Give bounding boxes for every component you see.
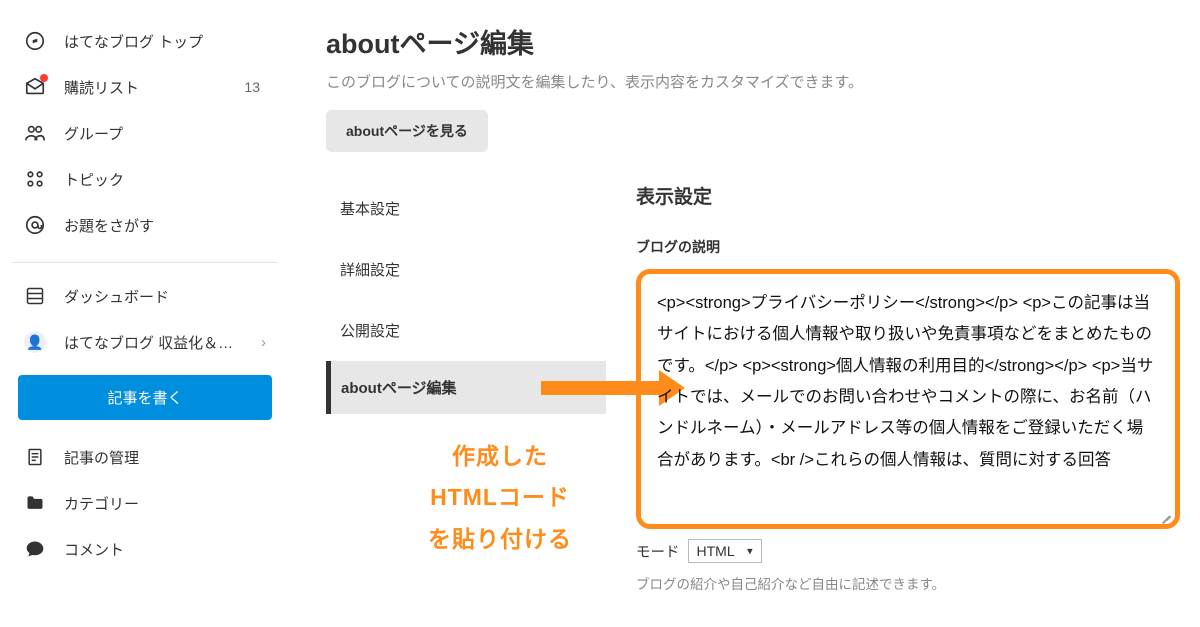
sidebar-item-monetize[interactable]: 👤 はてなブログ 収益化＆… › [0,319,290,365]
sidebar-item-theme[interactable]: お題をさがす [0,202,290,248]
unread-dot-icon [40,74,48,82]
field-label-blog-desc: ブログの説明 [636,237,1180,257]
annotation-text: 作成した HTMLコード を貼り付ける [326,436,606,560]
display-settings-panel: 表示設定 ブログの説明 <p><strong>プライバシーポリシー</stron… [636,178,1180,593]
sidebar-label: グループ [64,123,123,144]
sidebar-label: カテゴリー [64,493,139,514]
sidebar-label: 購読リスト [64,77,139,98]
field-hint: ブログの紹介や自己紹介など自由に記述できます。 [636,573,1180,593]
unread-count: 13 [244,79,266,95]
annotation-line: HTMLコード [394,477,606,518]
subnav-label: 詳細設定 [340,262,400,279]
subnav-label: 公開設定 [340,323,400,340]
sidebar-item-topic[interactable]: トピック [0,156,290,202]
sidebar-item-comment[interactable]: コメント [0,526,290,572]
document-icon [24,446,46,468]
dashboard-icon [24,285,46,307]
subnav-detail[interactable]: 詳細設定 [326,239,606,300]
subnav-publish[interactable]: 公開設定 [326,300,606,361]
sidebar-label: ダッシュボード [64,286,169,307]
avatar-icon: 👤 [24,331,46,353]
comment-icon [24,538,46,560]
write-post-button[interactable]: 記事を書く [18,375,272,420]
compass-icon [24,30,46,52]
sidebar-label: トピック [64,169,124,190]
sidebar-item-dashboard[interactable]: ダッシュボード [0,273,290,319]
blog-description-value: <p><strong>プライバシーポリシー</strong></p> <p>この… [657,294,1153,469]
sidebar-label: 記事の管理 [64,447,139,468]
sidebar-label: お題をさがす [64,215,154,236]
subnav-about[interactable]: aboutページ編集 [326,361,606,414]
sidebar-label: はてなブログ トップ [64,31,203,52]
at-icon [24,214,46,236]
subnav-label: 基本設定 [340,201,400,218]
view-about-button[interactable]: aboutページを見る [326,110,488,152]
sidebar-item-manage[interactable]: 記事の管理 [0,434,290,480]
subnav-label: aboutページ編集 [341,380,457,397]
mode-value: HTML [697,543,735,559]
sidebar: はてなブログ トップ 購読リスト 13 グループ トピック お題をさがす ダッシ… [0,0,290,627]
sidebar-item-read[interactable]: 購読リスト 13 [0,64,290,110]
mode-select[interactable]: HTML ▾ [688,539,762,563]
view-about-label: aboutページを見る [346,123,468,139]
group-icon [24,122,46,144]
settings-subnav: 基本設定 詳細設定 公開設定 aboutページ編集 作成した HTMLコード を… [326,178,606,560]
subnav-basic[interactable]: 基本設定 [326,178,606,239]
main-content: aboutページ編集 このブログについての説明文を編集したり、表示内容をカスタマ… [290,0,1200,627]
chevron-down-icon: ▾ [747,545,753,558]
mode-row: モード HTML ▾ [636,539,1180,563]
topic-icon [24,168,46,190]
blog-description-textarea[interactable]: <p><strong>プライバシーポリシー</strong></p> <p>この… [636,269,1180,529]
chevron-right-icon: › [261,334,266,351]
page-title: aboutページ編集 [326,22,1180,61]
sidebar-item-top[interactable]: はてなブログ トップ [0,18,290,64]
panel-title: 表示設定 [636,182,1180,209]
mode-label: モード [636,541,680,562]
sidebar-item-group[interactable]: グループ [0,110,290,156]
page-description: このブログについての説明文を編集したり、表示内容をカスタマイズできます。 [326,71,1180,92]
sidebar-label: コメント [64,539,124,560]
folder-icon [24,492,46,514]
annotation-line: を貼り付ける [394,519,606,560]
inbox-icon [24,76,46,98]
resize-handle-icon[interactable] [1159,510,1171,522]
annotation-line: 作成した [394,436,606,477]
sidebar-item-category[interactable]: カテゴリー [0,480,290,526]
divider [12,262,278,263]
sidebar-label: はてなブログ 収益化＆… [64,332,233,353]
write-post-label: 記事を書く [107,390,182,407]
